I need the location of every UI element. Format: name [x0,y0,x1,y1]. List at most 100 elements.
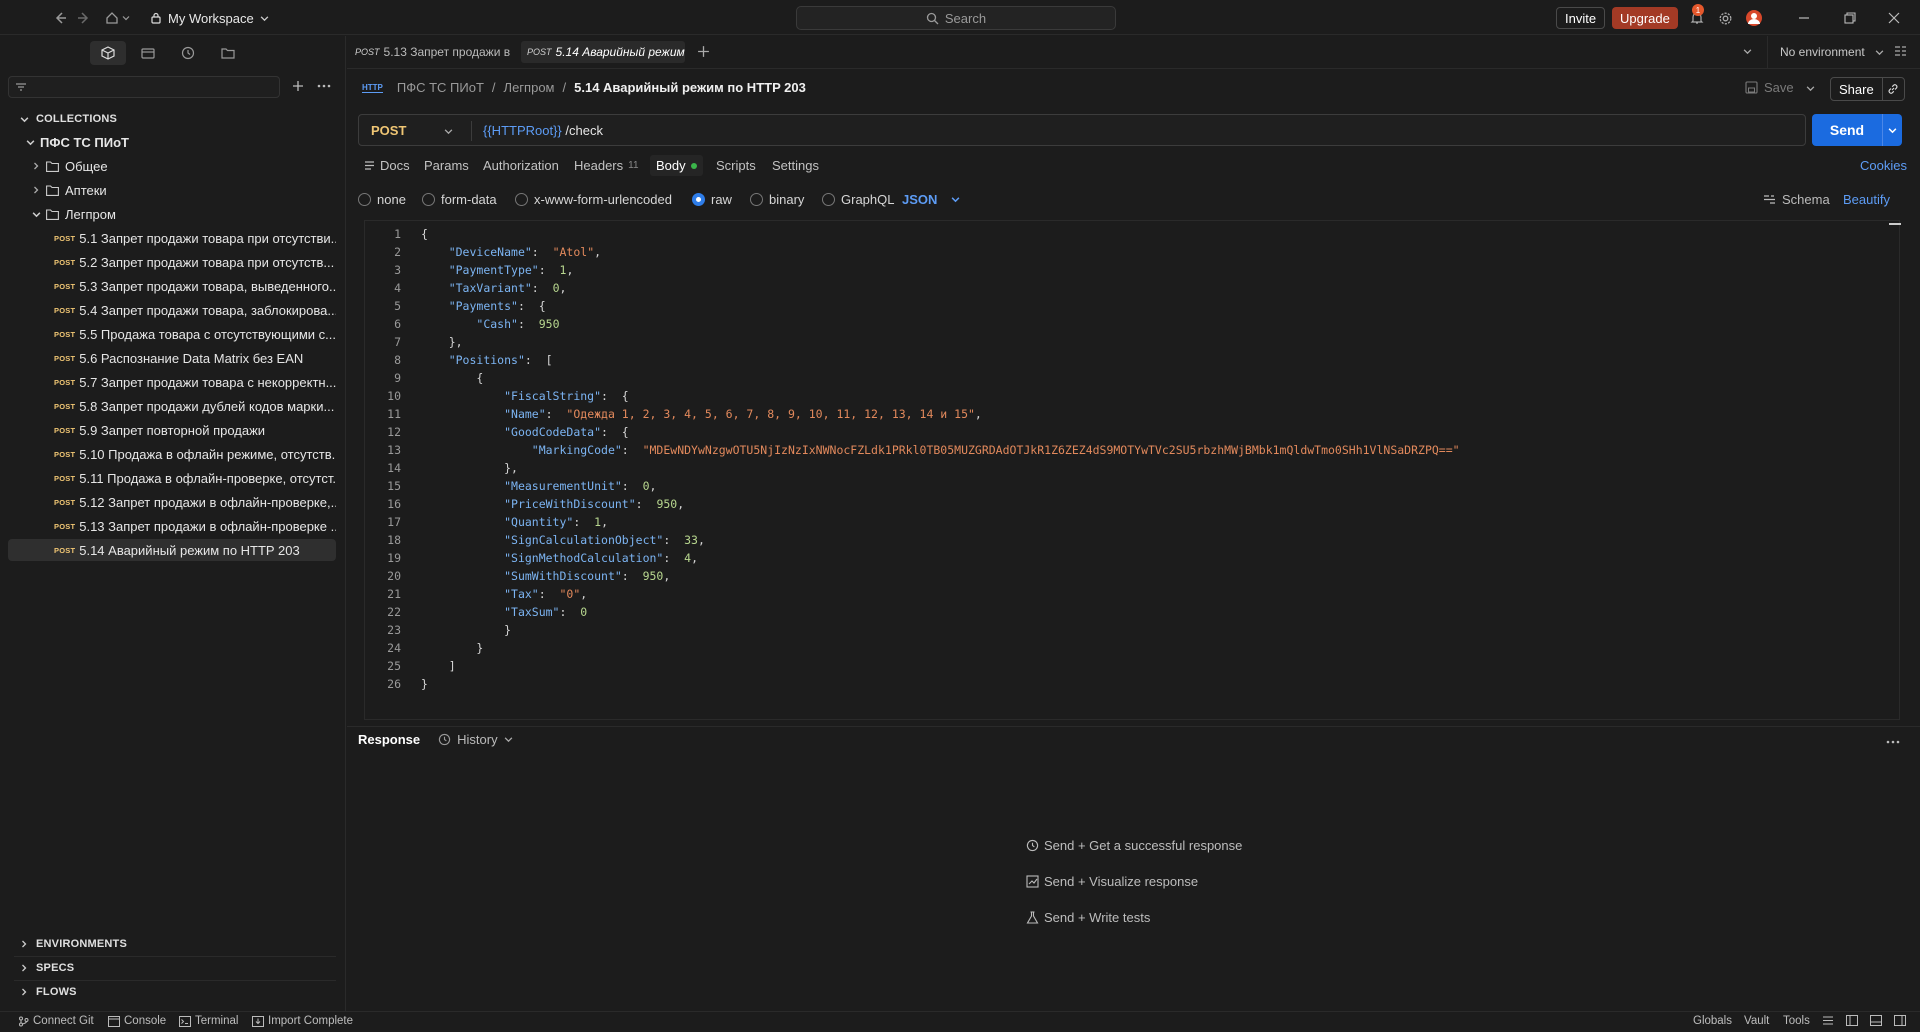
new-tab-icon[interactable] [697,45,710,58]
sidebar-request-item[interactable]: POST 5.6 Распознание Data Matrix без EAN [8,347,336,369]
terminal-button[interactable]: Terminal [179,1015,238,1027]
home-icon[interactable] [102,8,122,28]
editor-scrollbar[interactable] [1889,223,1901,225]
tab-scripts[interactable]: Scripts [716,158,756,173]
upgrade-button[interactable]: Upgrade [1612,7,1678,29]
environments-section-header[interactable]: ENVIRONMENTS [18,935,127,953]
tab-headers[interactable]: Headers 11 [574,158,639,173]
save-button[interactable]: Save [1745,80,1794,95]
tab-docs[interactable]: Docs [364,158,410,173]
sidebar-request-item[interactable]: POST 5.8 Запрет продажи дублей кодов марк… [8,395,336,417]
tab-settings[interactable]: Settings [772,158,819,173]
specs-section-header[interactable]: SPECS [18,959,74,977]
radio-graphql[interactable] [822,193,835,206]
flows-section-header[interactable]: FLOWS [18,983,77,1001]
sidebar-request-item[interactable]: POST 5.10 Продажа в офлайн режиме, отсутс… [8,443,336,465]
sidebar-request-item[interactable]: POST 5.2 Запрет продажи товара при отсутс… [8,251,336,273]
hint-write-tests[interactable]: Send + Write tests [1026,910,1150,925]
search-input[interactable]: Search [796,6,1116,30]
link-icon[interactable] [1881,78,1904,100]
filter-input[interactable] [8,76,280,98]
send-button[interactable]: Send [1812,122,1882,138]
cookies-link[interactable]: Cookies [1860,158,1907,173]
console-button[interactable]: Console [108,1015,166,1027]
history-tab-icon[interactable] [170,41,206,65]
gear-icon[interactable] [1715,8,1735,28]
sidebar-request-item[interactable]: POST 5.13 Запрет продажи в офлайн-проверк… [8,515,336,537]
runner-icon[interactable] [1822,1015,1834,1026]
body-type-form-data[interactable]: form-data [422,192,497,207]
tab-body[interactable]: Body [650,155,703,176]
method-chevron-icon[interactable] [444,127,453,136]
home-menu-chevron-icon[interactable] [120,8,132,28]
collections-section-header[interactable]: COLLECTIONS [18,110,117,128]
folder-item-general[interactable]: Общее [8,155,336,177]
tab-request-5-14[interactable]: POST 5.14 Аварийный режим [521,41,685,63]
send-options-chevron-icon[interactable] [1882,114,1902,146]
avatar[interactable] [1744,8,1764,28]
response-more-icon[interactable] [1886,740,1900,744]
radio-none[interactable] [358,193,371,206]
tools-button[interactable]: Tools [1783,1015,1810,1027]
breadcrumb-collection[interactable]: ПФС ТС ПИоТ [397,80,484,95]
url-input[interactable]: {{HTTPRoot}} /check [483,123,603,138]
radio-urlencoded[interactable] [515,193,528,206]
more-options-icon[interactable] [316,76,332,96]
folder-item-light-industry[interactable]: Легпром [8,203,336,225]
save-options-chevron-icon[interactable] [1806,84,1815,93]
forward-icon[interactable] [74,8,94,28]
layout-panel-icon[interactable] [1870,1015,1882,1026]
body-format-select[interactable]: JSON [902,192,960,207]
sidebar-request-item[interactable]: POST 5.7 Запрет продажи товара с некоррек… [8,371,336,393]
files-tab-icon[interactable] [210,41,246,65]
breadcrumb-current[interactable]: 5.14 Аварийный режим по HTTP 203 [574,80,806,95]
add-icon[interactable] [290,76,306,96]
sidebar-request-item[interactable]: POST 5.14 Аварийный режим по HTTP 203 [8,539,336,561]
minimize-icon[interactable] [1794,8,1814,28]
body-type-raw[interactable]: raw [692,192,732,207]
body-type-urlencoded[interactable]: x-www-form-urlencoded [515,192,672,207]
back-icon[interactable] [50,8,70,28]
tab-request-5-13[interactable]: POST 5.13 Запрет продажи в [349,41,513,63]
connect-git-button[interactable]: Connect Git [18,1015,94,1027]
sidebar-request-item[interactable]: POST 5.5 Продажа товара с отсутствующими … [8,323,336,345]
workspace-switcher[interactable]: My Workspace [150,8,269,28]
environments-tab-icon[interactable] [130,41,166,65]
layout-split-icon[interactable] [1894,1015,1906,1026]
restore-icon[interactable] [1840,8,1860,28]
collection-item[interactable]: ПФС ТС ПИоТ [8,131,336,153]
close-icon[interactable] [1884,8,1904,28]
tabs-overflow-chevron-icon[interactable] [1743,47,1752,56]
beautify-button[interactable]: Beautify [1843,192,1890,207]
history-dropdown[interactable]: History [438,732,512,747]
share-button[interactable]: Share [1831,82,1882,97]
globals-button[interactable]: Globals [1693,1015,1732,1027]
tab-authorization[interactable]: Authorization [483,158,559,173]
collections-tab-icon[interactable] [90,41,126,65]
breadcrumb-folder[interactable]: Легпром [504,80,555,95]
import-status[interactable]: Import Complete [252,1015,353,1027]
layout-sidebar-icon[interactable] [1846,1015,1858,1026]
folder-item-pharmacies[interactable]: Аптеки [8,179,336,201]
radio-form-data[interactable] [422,193,435,206]
sidebar-request-item[interactable]: POST 5.12 Запрет продажи в офлайн-проверк… [8,491,336,513]
sidebar-request-item[interactable]: POST 5.9 Запрет повторной продажи [8,419,336,441]
body-code-editor[interactable]: 1 {2 "DeviceName": "Atol", 3 "PaymentType"… [364,220,1901,720]
body-type-binary[interactable]: binary [750,192,804,207]
body-type-graphql[interactable]: GraphQL [822,192,894,207]
schema-button[interactable]: Schema [1763,192,1830,207]
vault-button[interactable]: Vault [1744,1015,1769,1027]
environment-quicklook-icon[interactable] [1894,45,1907,58]
sidebar-request-item[interactable]: POST 5.3 Запрет продажи товара, выведенно… [8,275,336,297]
hint-visualize-response[interactable]: Send + Visualize response [1026,874,1198,889]
radio-raw[interactable] [692,193,705,206]
sidebar-request-item[interactable]: POST 5.4 Запрет продажи товара, заблокиро… [8,299,336,321]
tab-params[interactable]: Params [424,158,469,173]
sidebar-request-item[interactable]: POST 5.11 Продажа в офлайн-проверке, отсу… [8,467,336,489]
radio-binary[interactable] [750,193,763,206]
sidebar-request-item[interactable]: POST 5.1 Запрет продажи товара при отсутс… [8,227,336,249]
body-type-none[interactable]: none [358,192,406,207]
hint-successful-response[interactable]: Send + Get a successful response [1026,838,1242,853]
invite-button[interactable]: Invite [1556,7,1606,29]
environment-selector[interactable]: No environment [1780,45,1884,59]
